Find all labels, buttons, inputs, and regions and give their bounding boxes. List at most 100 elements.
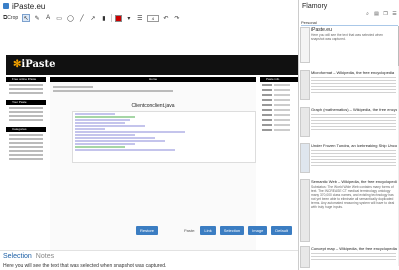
rectangle-icon: ▭ [56, 15, 62, 22]
snapshot-thumbnail [300, 70, 310, 100]
code-line [75, 128, 105, 130]
tab-selection[interactable]: Selection [3, 253, 32, 260]
text-line [9, 107, 43, 109]
toolbar-separator [110, 14, 112, 22]
line-width-button[interactable]: ☰ [136, 14, 144, 22]
paste-link-button[interactable]: Link [200, 226, 216, 235]
undo-button[interactable]: ↶ [162, 14, 170, 22]
panel-tabs: Selection Notes [3, 253, 54, 260]
snapshot-content: ✻iPaste Free online iPaste Your Paste Ca… [4, 54, 298, 265]
code-line [75, 137, 155, 139]
text-line [9, 92, 43, 94]
select-tool-button[interactable]: ↖ [22, 14, 31, 22]
code-line [75, 113, 115, 115]
paste-default-button[interactable]: Default [271, 226, 292, 235]
bookmark-icon[interactable]: ❐ [383, 12, 388, 17]
text-line [9, 154, 43, 156]
code-line [75, 134, 135, 136]
marker-icon: ▮ [102, 15, 106, 22]
restore-button[interactable]: Restore [136, 226, 159, 235]
text-line [9, 150, 43, 152]
paste-selection-button[interactable]: Selection [219, 226, 245, 235]
pen-icon: ✎ [34, 15, 40, 22]
code-line [75, 143, 135, 145]
notes-panel: Selection Notes Here you will see the te… [0, 250, 298, 270]
selection-caption: Here you will see the text that was sele… [3, 263, 167, 269]
text-line [9, 119, 43, 121]
toolbar: ⧉ Crop ↖ ✎ A ▭ ◯ ╱ ↗ ▮ ▾ ☰ 4 ↶ ↷ [0, 12, 298, 24]
redo-icon: ↷ [174, 15, 180, 22]
color-dropdown[interactable]: ▾ [125, 14, 133, 22]
flamory-sidebar: Flamory ⌕ ▤ ❐ ☰ Personal iPaste.eu Here … [298, 0, 399, 270]
list-item[interactable]: Concept map – Wikipedia, the free encycl… [300, 246, 397, 268]
text-line [9, 111, 43, 113]
line-tool-button[interactable]: ╱ [78, 14, 86, 22]
code-line [75, 119, 130, 121]
size-dropdown[interactable]: 4 [146, 14, 159, 22]
list-item[interactable]: Microformat – Wikipedia, the free encycl… [300, 70, 396, 103]
text-line [9, 84, 43, 86]
list-item-excerpt [311, 148, 396, 168]
paste-file-name: Clientconclient.java [131, 103, 175, 109]
code-line [75, 146, 125, 148]
snapshot-canvas[interactable]: ✻iPaste Free online iPaste Your Paste Ca… [4, 54, 298, 265]
list-item[interactable]: iPaste.eu Here you will see the text tha… [300, 27, 396, 65]
main-header: Home [50, 77, 256, 82]
color-swatch[interactable] [114, 14, 122, 22]
redo-button[interactable]: ↷ [173, 14, 181, 22]
crop-button[interactable]: ⧉ Crop [2, 14, 19, 22]
list-item[interactable]: Semantic Web – Wikipedia, the free encyc… [300, 179, 397, 244]
sidebar-toolbar: ⌕ ▤ ❐ ☰ [365, 12, 397, 17]
list-item-text: Here you will see the text that was sele… [311, 33, 384, 41]
paste-image-button[interactable]: Image [248, 226, 268, 235]
snapshot-thumbnail [300, 246, 310, 268]
text-line [9, 115, 43, 117]
undo-icon: ↶ [163, 15, 169, 22]
ellipse-icon: ◯ [67, 15, 74, 22]
snapshot-thumbnail [300, 27, 310, 63]
left-box-header-2: Your Paste [6, 100, 46, 105]
snapshot-thumbnail [300, 179, 310, 242]
search-icon[interactable]: ⌕ [365, 12, 370, 17]
ellipse-tool-button[interactable]: ◯ [66, 14, 75, 22]
tab-notes[interactable]: Notes [36, 253, 54, 260]
code-block [72, 111, 256, 163]
text-line [9, 138, 43, 140]
left-box-header-3: Categories [6, 127, 46, 132]
list-item-excerpt [311, 251, 396, 262]
code-line [75, 116, 135, 118]
settings-icon[interactable]: ☰ [392, 12, 397, 17]
app-icon [3, 3, 9, 9]
pen-tool-button[interactable]: ✎ [33, 14, 41, 22]
sidebar-title: Flamory [302, 3, 328, 10]
text-line [53, 90, 173, 92]
chevron-down-icon: ▾ [127, 15, 131, 22]
text-line [9, 134, 43, 136]
arrow-icon: ↗ [90, 15, 96, 22]
list-item[interactable]: Graph (mathematics) – Wikipedia, the fre… [300, 107, 397, 140]
list-item-title: Semantic Web – Wikipedia, the free encyc… [311, 179, 397, 184]
snapshot-thumbnail [300, 143, 310, 173]
code-line [75, 122, 125, 124]
main-window: iPaste.eu ⧉ Crop ↖ ✎ A ▭ ◯ ╱ ↗ ▮ ▾ ☰ 4 ↶… [0, 0, 298, 270]
text-line [9, 146, 43, 148]
code-line [75, 131, 185, 133]
rectangle-tool-button[interactable]: ▭ [55, 14, 63, 22]
site-main-column: Home Clientconclient.java [50, 77, 256, 263]
list-item[interactable]: Under Frozen Tundra, an Icebreaking Ship… [300, 143, 397, 176]
window-title: iPaste.eu [12, 1, 46, 11]
list-item-text: Substatus: The World Wide Web contains m… [311, 185, 395, 209]
line-width-icon: ☰ [137, 15, 143, 22]
site-right-column: Paste info [260, 77, 298, 263]
page-icon[interactable]: ▤ [374, 12, 379, 17]
marker-tool-button[interactable]: ▮ [100, 14, 108, 22]
text-tool-button[interactable]: A [44, 14, 52, 22]
crop-label: Crop [7, 15, 19, 21]
text-icon: A [46, 15, 51, 21]
site-left-column: Free online iPaste Your Paste Categories [6, 77, 46, 265]
snapshot-thumbnail [300, 107, 310, 137]
arrow-tool-button[interactable]: ↗ [89, 14, 97, 22]
list-item-excerpt [311, 75, 396, 95]
left-box-header-1: Free online iPaste [6, 77, 46, 82]
paste-label: Paste: [184, 228, 196, 233]
